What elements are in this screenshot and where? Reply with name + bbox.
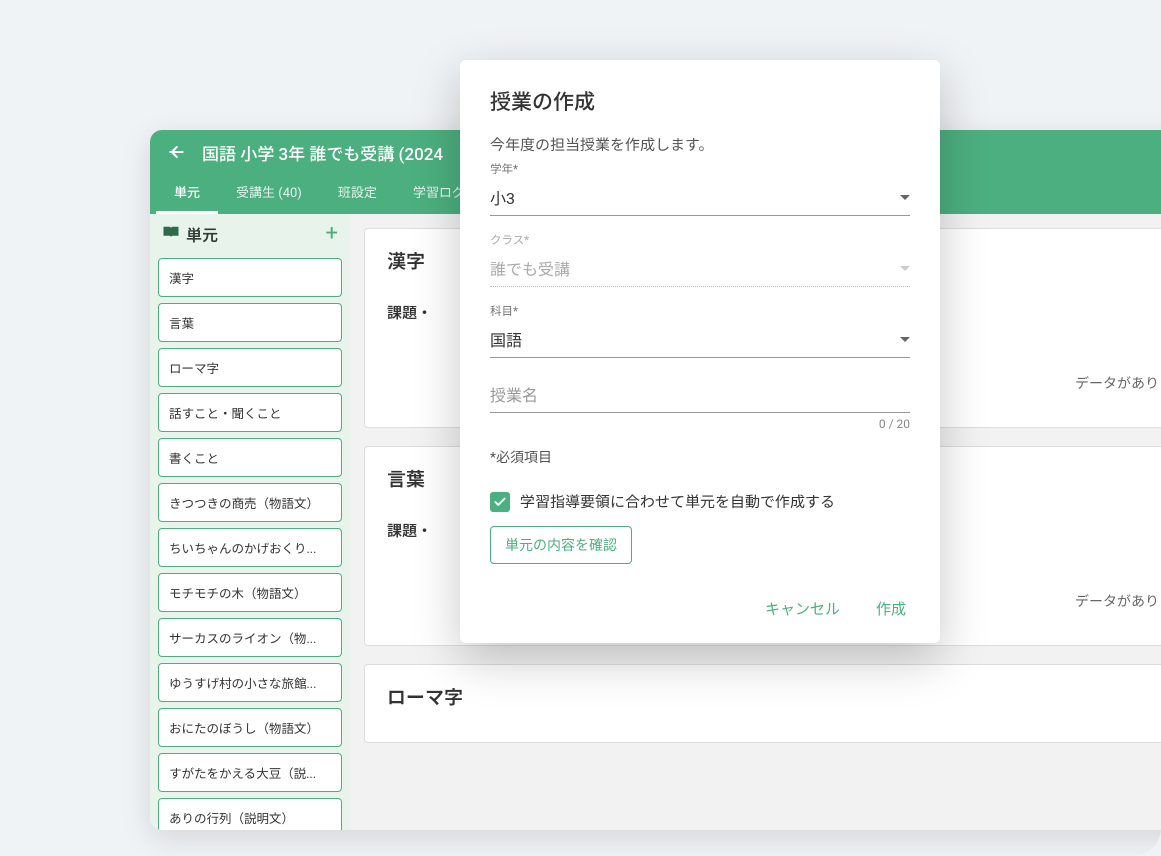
auto-units-checkbox[interactable] [490, 492, 510, 512]
back-arrow-icon[interactable] [164, 140, 188, 164]
unit-item[interactable]: モチモチの木（物語文） [158, 573, 342, 612]
unit-item[interactable]: ありの行列（説明文） [158, 798, 342, 830]
subject-label: 科目* [490, 303, 910, 319]
create-button[interactable]: 作成 [872, 592, 910, 625]
grade-label: 学年* [490, 161, 910, 177]
sidebar: 単元 + 漢字 言葉 ローマ字 話すこと・聞くこと 書くこと きつつきの商売（物… [150, 214, 350, 830]
grade-value: 小3 [490, 185, 515, 209]
tab-groups[interactable]: 班設定 [320, 172, 395, 214]
grade-select[interactable]: 小3 [490, 181, 910, 216]
class-name-input[interactable] [490, 382, 910, 413]
add-unit-button[interactable]: + [326, 223, 338, 245]
confirm-units-button[interactable]: 単元の内容を確認 [490, 526, 632, 564]
char-counter: 0 / 20 [490, 417, 910, 431]
page-title: 国語 小学 3年 誰でも受講 (2024 [202, 140, 443, 165]
book-icon [162, 224, 180, 244]
card-title: ローマ字 [387, 683, 1161, 710]
unit-item[interactable]: 書くこと [158, 438, 342, 477]
unit-item[interactable]: 漢字 [158, 258, 342, 297]
unit-item[interactable]: すがたをかえる大豆（説... [158, 753, 342, 792]
subject-value: 国語 [490, 327, 522, 351]
unit-item[interactable]: きつつきの商売（物語文） [158, 483, 342, 522]
class-select: 誰でも受講 [490, 252, 910, 287]
unit-item[interactable]: ローマ字 [158, 348, 342, 387]
modal-title: 授業の作成 [490, 86, 910, 116]
class-value: 誰でも受講 [490, 256, 570, 280]
unit-item[interactable]: サーカスのライオン（物... [158, 618, 342, 657]
tab-students[interactable]: 受講生 (40) [218, 172, 320, 214]
cancel-button[interactable]: キャンセル [761, 592, 844, 625]
unit-item[interactable]: ちいちゃんのかげおくり... [158, 528, 342, 567]
unit-item[interactable]: 話すこと・聞くこと [158, 393, 342, 432]
auto-units-label: 学習指導要領に合わせて単元を自動で作成する [520, 491, 835, 512]
unit-item[interactable]: おにたのぼうし（物語文） [158, 708, 342, 747]
unit-item[interactable]: 言葉 [158, 303, 342, 342]
unit-list: 漢字 言葉 ローマ字 話すこと・聞くこと 書くこと きつつきの商売（物語文） ち… [150, 254, 350, 830]
subject-select[interactable]: 国語 [490, 323, 910, 358]
chevron-down-icon [900, 266, 910, 271]
unit-item[interactable]: ゆうすげ村の小さな旅館... [158, 663, 342, 702]
unit-card: ローマ字 [364, 664, 1161, 743]
required-note: *必須項目 [490, 447, 910, 467]
chevron-down-icon [900, 195, 910, 200]
sidebar-title: 単元 [186, 222, 218, 246]
modal-subtitle: 今年度の担当授業を作成します。 [490, 134, 910, 155]
class-label: クラス* [490, 232, 910, 248]
chevron-down-icon [900, 337, 910, 342]
tab-units[interactable]: 単元 [156, 172, 218, 214]
create-class-modal: 授業の作成 今年度の担当授業を作成します。 学年* 小3 クラス* 誰でも受講 … [460, 60, 940, 643]
